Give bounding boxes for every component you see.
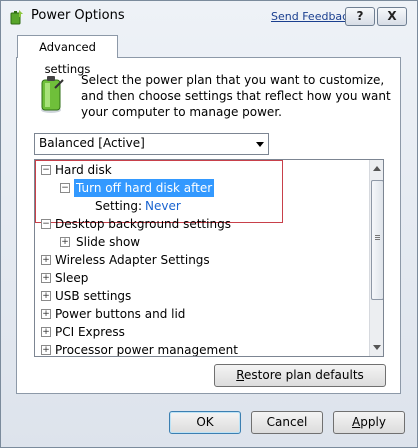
close-button[interactable]: X (377, 7, 407, 26)
description-text: Select the power plan that you want to c… (81, 73, 391, 119)
tree-item-label: Wireless Adapter Settings (55, 253, 210, 267)
expand-icon[interactable]: + (41, 345, 51, 355)
expand-icon[interactable]: + (41, 273, 51, 283)
power-plan-select-value: Balanced [Active] (39, 136, 145, 150)
expand-icon[interactable]: + (41, 291, 51, 301)
help-button[interactable]: ? (345, 7, 375, 26)
scroll-down-arrow-icon[interactable] (373, 345, 381, 350)
apply-label: pply (360, 415, 386, 429)
collapse-icon[interactable]: − (41, 165, 51, 175)
power-options-window: Power Options Send Feedback ? X Advanced… (0, 0, 418, 448)
cancel-button[interactable]: Cancel (251, 411, 323, 434)
tree-item-label-selected: Turn off hard disk after (74, 179, 215, 197)
close-icon: X (387, 9, 397, 23)
expand-icon[interactable]: + (41, 309, 51, 319)
power-plan-select[interactable]: Balanced [Active] (34, 133, 269, 155)
power-options-icon (10, 10, 23, 25)
dropdown-arrow-icon (256, 142, 264, 147)
restore-plan-defaults-button[interactable]: Restore plan defaults (214, 364, 386, 387)
restore-accelerator: R (236, 368, 245, 382)
collapse-icon[interactable]: − (60, 183, 70, 193)
restore-label: estore plan defaults (244, 368, 364, 382)
expand-icon[interactable]: + (60, 237, 70, 247)
apply-button[interactable]: Apply (333, 411, 405, 434)
battery-icon (41, 76, 64, 113)
setting-value-link[interactable]: Never (145, 197, 181, 215)
vertical-scrollbar[interactable] (369, 160, 383, 356)
tree-item-label: Desktop background settings (55, 217, 231, 231)
ok-button[interactable]: OK (169, 411, 241, 434)
title-bar: Power Options Send Feedback ? X (1, 1, 417, 31)
window-title: Power Options (31, 8, 125, 23)
tree-item-label: PCI Express (55, 325, 125, 339)
help-icon: ? (356, 9, 364, 23)
advanced-settings-panel: Select the power plan that you want to c… (16, 57, 401, 394)
tree-item-label: Processor power management (55, 343, 238, 357)
tree-item-label: Slide show (76, 235, 141, 249)
collapse-icon[interactable]: − (41, 219, 51, 229)
scroll-up-arrow-icon[interactable] (373, 166, 381, 171)
send-feedback-link[interactable]: Send Feedback (271, 10, 355, 23)
expand-icon[interactable]: + (41, 327, 51, 337)
expand-icon[interactable]: + (41, 255, 51, 265)
tree-item-label: Hard disk (55, 163, 112, 177)
tab-advanced-settings[interactable]: Advanced settings (17, 35, 118, 76)
setting-label: Setting: (95, 199, 143, 213)
scrollbar-thumb[interactable] (371, 180, 383, 300)
settings-tree[interactable]: − Hard disk − Turn off hard disk after S… (34, 159, 384, 357)
tree-item-label: Power buttons and lid (55, 307, 186, 321)
tree-item-label: Sleep (55, 271, 89, 285)
tree-item-label: USB settings (55, 289, 132, 303)
grip-icon (375, 235, 380, 236)
